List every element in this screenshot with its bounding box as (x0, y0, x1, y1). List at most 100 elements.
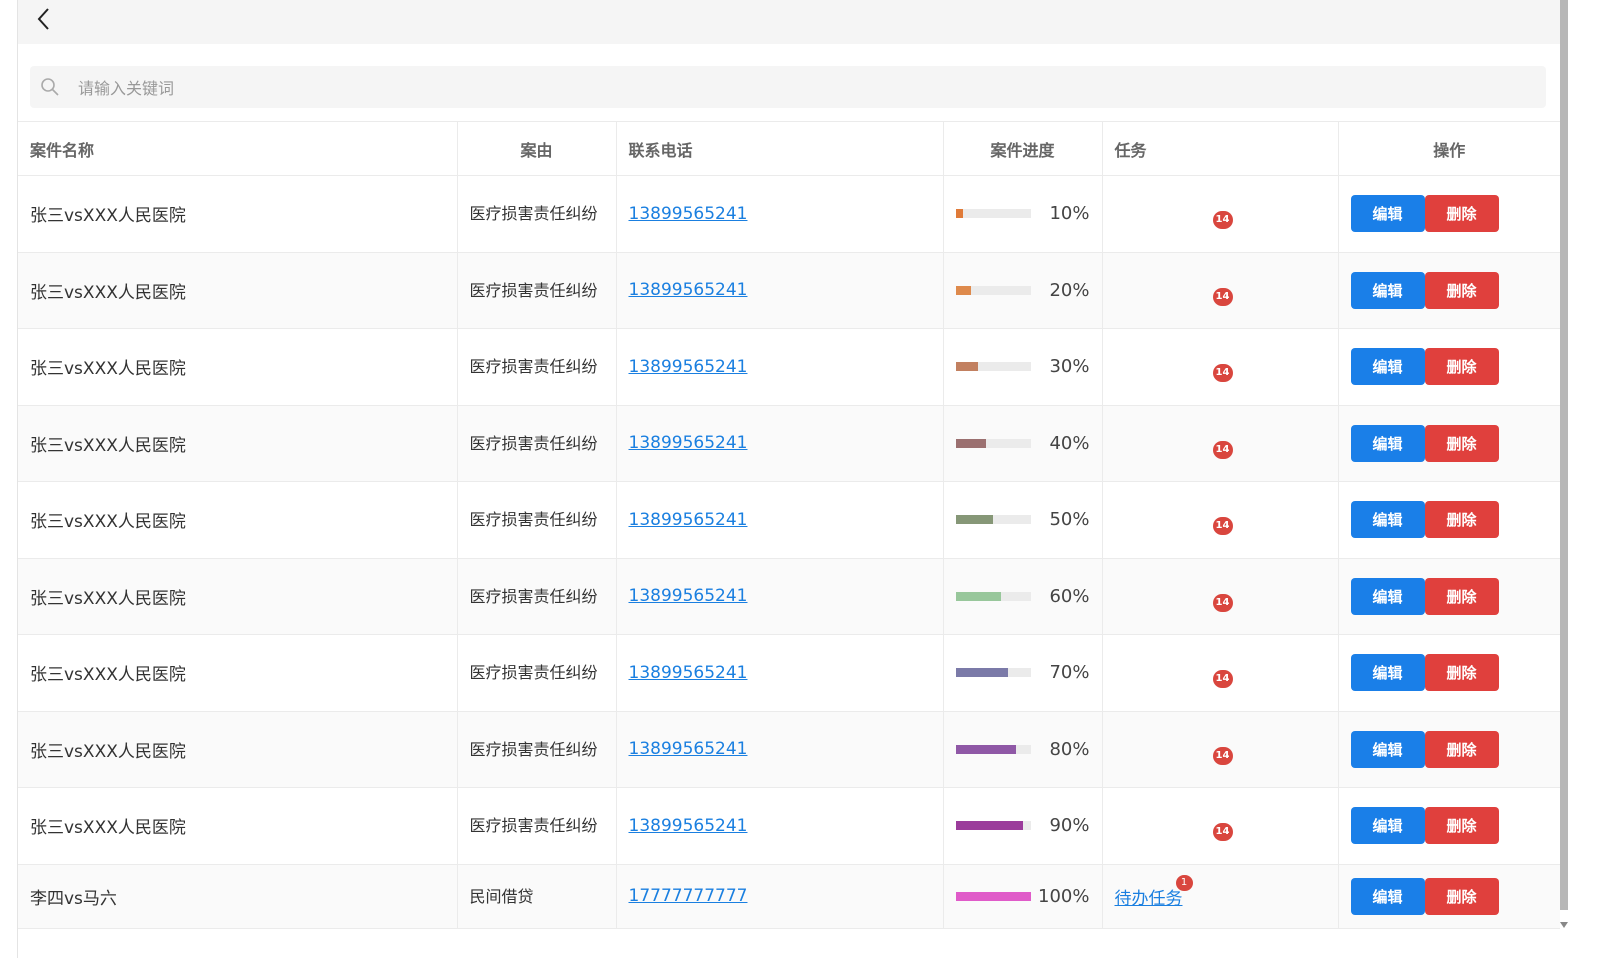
progress-percent: 40% (1049, 432, 1090, 454)
case-cause: 医疗损害责任纠纷 (469, 816, 598, 836)
edit-button[interactable]: 编辑 (1350, 501, 1425, 539)
delete-button[interactable]: 删除 (1424, 424, 1499, 462)
progress-cell: 60% (943, 558, 1103, 635)
ops-cell: 编辑 删除 (1338, 787, 1560, 865)
progress-bar-fill (955, 591, 1001, 601)
header-cause: 案由 (457, 121, 617, 176)
case-cause: 医疗损害责任纠纷 (469, 663, 598, 683)
task-count-badge: 14 (1212, 517, 1233, 535)
progress-cell: 80% (943, 711, 1103, 788)
top-bar (18, 0, 1560, 44)
edit-button[interactable]: 编辑 (1350, 424, 1425, 462)
progress-bar (955, 209, 1031, 219)
progress-bar (955, 515, 1031, 525)
search-icon (40, 77, 60, 97)
edit-button[interactable]: 编辑 (1350, 577, 1425, 615)
phone-cell: 13899565241 (616, 175, 944, 253)
progress-bar-fill (955, 668, 1008, 678)
ops-cell: 编辑 删除 (1338, 558, 1560, 635)
phone-link[interactable]: 13899565241 (629, 204, 748, 224)
task-cell: 14 (1102, 787, 1339, 865)
progress-percent: 60% (1049, 585, 1090, 607)
ops-cell: 编辑 删除 (1338, 328, 1560, 406)
case-name-cell: 李四vs马六 (18, 864, 458, 929)
edit-button[interactable]: 编辑 (1350, 195, 1425, 233)
phone-link[interactable]: 17777777777 (629, 886, 748, 906)
case-name: 张三vsXXX人民医院 (30, 741, 186, 762)
header-phone: 联系电话 (616, 121, 944, 176)
case-name: 张三vsXXX人民医院 (30, 435, 186, 456)
progress-bar (955, 744, 1031, 754)
delete-button[interactable]: 删除 (1424, 271, 1499, 309)
cause-cell: 医疗损害责任纠纷 (457, 328, 617, 406)
case-name: 张三vsXXX人民医院 (30, 588, 186, 609)
todo-task-link[interactable]: 待办任务 1 (1115, 874, 1193, 909)
progress-percent: 80% (1049, 738, 1090, 760)
case-name-cell: 张三vsXXX人民医院 (18, 711, 458, 788)
progress-percent: 100% (1038, 885, 1090, 907)
delete-button[interactable]: 删除 (1424, 654, 1499, 692)
progress-percent: 20% (1049, 279, 1090, 301)
task-count-badge: 14 (1212, 746, 1233, 765)
progress-bar-fill (955, 438, 986, 448)
phone-cell: 13899565241 (616, 405, 944, 482)
delete-button[interactable]: 删除 (1424, 195, 1499, 233)
phone-link[interactable]: 13899565241 (629, 510, 748, 530)
delete-button[interactable]: 删除 (1424, 730, 1499, 768)
case-cause: 医疗损害责任纠纷 (469, 739, 598, 759)
scrollbar[interactable] (1560, 0, 1568, 910)
table-header-row: 案件名称 案由 联系电话 案件进度 任务 操作 (18, 121, 1560, 176)
delete-button[interactable]: 删除 (1424, 807, 1499, 845)
cause-cell: 医疗损害责任纠纷 (457, 711, 617, 788)
delete-button[interactable]: 删除 (1424, 577, 1499, 615)
case-name: 张三vsXXX人民医院 (30, 359, 186, 380)
search-input[interactable] (76, 66, 1520, 110)
delete-button[interactable]: 删除 (1424, 501, 1499, 539)
cause-cell: 医疗损害责任纠纷 (457, 787, 617, 865)
task-count-badge: 1 (1175, 874, 1193, 891)
case-table: 案件名称 案由 联系电话 案件进度 任务 操作 张三vsXXX人民医院 医疗损害… (18, 121, 1560, 929)
ops-cell: 编辑 删除 (1338, 864, 1560, 929)
phone-link[interactable]: 13899565241 (629, 663, 748, 683)
edit-button[interactable]: 编辑 (1350, 877, 1425, 915)
scroll-down-arrow-icon[interactable] (1560, 922, 1568, 928)
phone-link[interactable]: 13899565241 (629, 433, 748, 453)
edit-button[interactable]: 编辑 (1350, 807, 1425, 845)
case-name-cell: 张三vsXXX人民医院 (18, 252, 458, 329)
table-row: 张三vsXXX人民医院 医疗损害责任纠纷 13899565241 90% 14 … (18, 787, 1560, 865)
phone-link[interactable]: 13899565241 (629, 739, 748, 759)
phone-link[interactable]: 13899565241 (629, 586, 748, 606)
cause-cell: 医疗损害责任纠纷 (457, 634, 617, 712)
progress-percent: 90% (1049, 815, 1090, 837)
edit-button[interactable]: 编辑 (1350, 348, 1425, 386)
case-name-cell: 张三vsXXX人民医院 (18, 405, 458, 482)
case-cause: 医疗损害责任纠纷 (469, 510, 598, 530)
case-name-cell: 张三vsXXX人民医院 (18, 787, 458, 865)
progress-cell: 20% (943, 252, 1103, 329)
edit-button[interactable]: 编辑 (1350, 730, 1425, 768)
ops-cell: 编辑 删除 (1338, 634, 1560, 712)
progress-bar (955, 438, 1031, 448)
task-cell: 14 (1102, 175, 1339, 253)
edit-button[interactable]: 编辑 (1350, 654, 1425, 692)
table-row: 张三vsXXX人民医院 医疗损害责任纠纷 13899565241 40% 14 … (18, 405, 1560, 482)
phone-link[interactable]: 13899565241 (629, 280, 748, 300)
ops-cell: 编辑 删除 (1338, 481, 1560, 559)
header-progress: 案件进度 (943, 121, 1103, 176)
task-cell: 14 (1102, 328, 1339, 406)
case-name-cell: 张三vsXXX人民医院 (18, 481, 458, 559)
edit-button[interactable]: 编辑 (1350, 271, 1425, 309)
table-row: 张三vsXXX人民医院 医疗损害责任纠纷 13899565241 70% 14 … (18, 634, 1560, 712)
phone-link[interactable]: 13899565241 (629, 357, 748, 377)
task-count-badge: 14 (1212, 440, 1233, 459)
progress-cell: 70% (943, 634, 1103, 712)
phone-cell: 13899565241 (616, 481, 944, 559)
table-row: 张三vsXXX人民医院 医疗损害责任纠纷 13899565241 20% 14 … (18, 252, 1560, 329)
delete-button[interactable]: 删除 (1424, 348, 1499, 386)
phone-link[interactable]: 13899565241 (629, 816, 748, 836)
progress-bar-fill (955, 515, 993, 525)
progress-bar (955, 821, 1031, 831)
delete-button[interactable]: 删除 (1424, 877, 1499, 915)
task-cell: 待办任务 1 (1102, 864, 1339, 929)
back-arrow-icon[interactable] (32, 6, 56, 32)
